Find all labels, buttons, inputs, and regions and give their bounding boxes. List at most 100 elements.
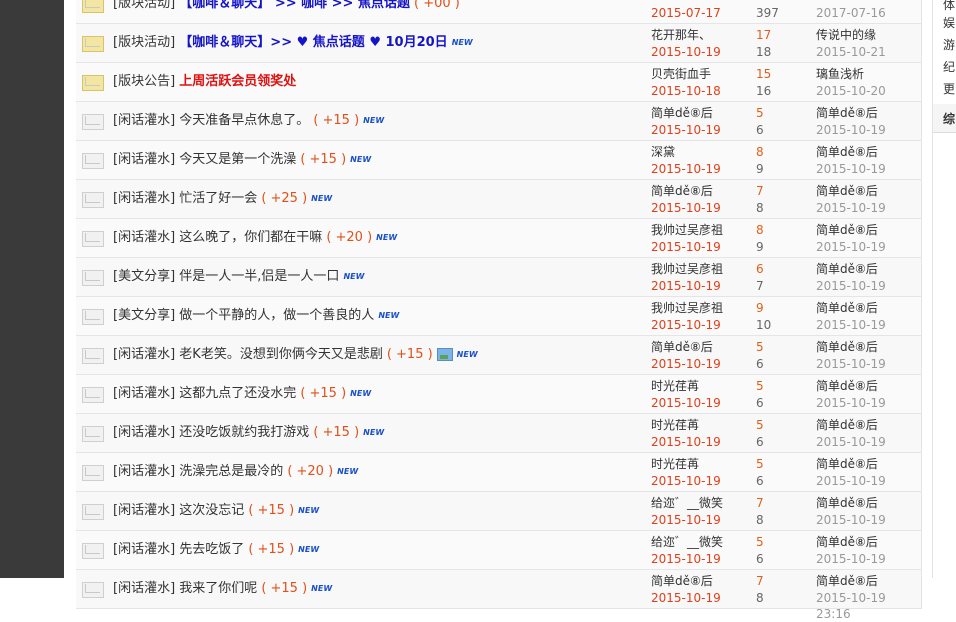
thread-title-cell: [闲话灌水] 这次没忘记 ( +15 ) NEW xyxy=(113,492,319,530)
view-count: 16 xyxy=(756,84,772,98)
thread-category-link[interactable]: [版块活动] xyxy=(113,35,175,50)
last-reply-user-link[interactable]: 简单dě⑧后 xyxy=(816,417,878,433)
last-reply-user-link[interactable]: 简单dě⑧后 xyxy=(816,339,878,355)
last-reply-user-link[interactable]: 简单dě⑧后 xyxy=(816,378,878,394)
thread-category-link[interactable]: [闲话灌水] xyxy=(113,425,175,440)
thread-category-link[interactable]: [闲话灌水] xyxy=(113,347,175,362)
last-reply-user-link[interactable]: 璃鱼浅析 xyxy=(816,66,864,82)
view-count: 6 xyxy=(756,396,764,410)
thread-category-link[interactable]: [闲话灌水] xyxy=(113,386,175,401)
thread-title-cell: [版块活动] 【咖啡＆聊天】>> ♥ 焦点话题 ♥ 10月20日 NEW xyxy=(113,24,473,62)
thread-title-link[interactable]: 老K老笑。没想到你俩今天又是悲剧 xyxy=(179,347,383,362)
thread-category-link[interactable]: [闲话灌水] xyxy=(113,152,175,167)
thread-envelope-icon xyxy=(82,504,104,520)
thread-category-link[interactable]: [闲话灌水] xyxy=(113,191,175,206)
thread-author-link[interactable]: 简单dě⑧后 xyxy=(651,339,713,355)
thread-author-link[interactable]: 我帅过吴彦祖 xyxy=(651,261,723,277)
thread-post-date: 2015-10-19 xyxy=(651,591,721,605)
sidebar-link[interactable]: 更 xyxy=(943,80,955,97)
thread-row: [闲话灌水] 忙活了好一会 ( +25 ) NEW 简单dě⑧后 2015-10-19 7… xyxy=(76,180,921,231)
sidebar-link[interactable]: 纪 xyxy=(943,58,955,75)
thread-title-link[interactable]: 伴是一人一半,侣是一人一口 xyxy=(179,269,339,284)
reward-points: ( +00 ) xyxy=(413,0,460,11)
thread-category-link[interactable]: [闲话灌水] xyxy=(113,464,175,479)
thread-author-link[interactable]: 我帅过吴彦祖 xyxy=(651,222,723,238)
thread-row: [闲话灌水] 还没吃饭就约我打游戏 ( +15 ) NEW 时光荏苒 2015-10-1… xyxy=(76,414,921,465)
thread-category-link[interactable]: [闲话灌水] xyxy=(113,230,175,245)
view-count: 6 xyxy=(756,123,764,137)
thread-author-link[interactable]: 深黛 xyxy=(651,144,675,160)
thread-title-link[interactable]: 这次没忘记 xyxy=(179,503,244,518)
thread-author-link[interactable]: 简单dě⑧后 xyxy=(651,573,713,589)
thread-post-date: 2015-10-19 xyxy=(651,474,721,488)
thread-post-date: 2015-10-19 xyxy=(651,318,721,332)
last-reply-user-link[interactable]: 简单dě⑧后 xyxy=(816,573,878,589)
thread-author-link[interactable]: 时光荏苒 xyxy=(651,378,699,394)
reply-count: 5 xyxy=(756,418,764,432)
sidebar-link[interactable]: 娱 xyxy=(943,14,955,31)
thread-category-link[interactable]: [闲话灌水] xyxy=(113,581,175,596)
thread-title-link[interactable]: 先去吃饭了 xyxy=(179,542,244,557)
last-reply-user-link[interactable]: 简单dě⑧后 xyxy=(816,456,878,472)
thread-author-link[interactable]: 简单dě⑧后 xyxy=(651,105,713,121)
thread-title-link[interactable]: 忙活了好一会 xyxy=(179,191,257,206)
reply-count: 6 xyxy=(756,262,764,276)
thread-row: [闲话灌水] 这都九点了还没水完 ( +15 ) NEW 时光荏苒 2015-10-19… xyxy=(76,375,921,426)
thread-title-cell: [版块活动] 【咖啡＆聊天】 >> 咖啡 >> 焦点话题( +00 ) xyxy=(113,0,460,23)
thread-title-link[interactable]: 今天又是第一个洗澡 xyxy=(179,152,296,167)
thread-author-link[interactable]: 时光荏苒 xyxy=(651,456,699,472)
last-reply-user-link[interactable]: 简单dě⑧后 xyxy=(816,300,878,316)
thread-title-link[interactable]: 【咖啡＆聊天】>> ♥ 焦点话题 ♥ 10月20日 xyxy=(179,35,447,50)
thread-category-link[interactable]: [美文分享] xyxy=(113,308,175,323)
thread-row: [闲话灌水] 我来了你们呢 ( +15 ) NEW 简单dě⑧后 2015-10-19 7… xyxy=(76,570,921,621)
thread-title-link[interactable]: 这都九点了还没水完 xyxy=(179,386,296,401)
thread-post-date: 2015-10-18 xyxy=(651,84,721,98)
last-reply-user-link[interactable]: 传说中的缘 xyxy=(816,27,876,43)
thread-envelope-icon xyxy=(82,582,104,598)
thread-category-link[interactable]: [版块活动] xyxy=(113,0,175,11)
thread-author-link[interactable]: 花开那年、 xyxy=(651,27,711,43)
thread-post-date: 2015-10-19 xyxy=(651,123,721,137)
thread-title-link[interactable]: 还没吃饭就约我打游戏 xyxy=(179,425,309,440)
thread-post-date: 2015-10-19 xyxy=(651,396,721,410)
thread-author-link[interactable]: 时光荏苒 xyxy=(651,417,699,433)
thread-author-link[interactable]: 给迩゛__微笑 xyxy=(651,534,723,550)
thread-post-date: 2015-10-19 xyxy=(651,162,721,176)
thread-envelope-icon xyxy=(82,426,104,442)
reply-count: 8 xyxy=(756,145,764,159)
thread-title-link[interactable]: 【咖啡＆聊天】 >> 咖啡 >> 焦点话题 xyxy=(179,0,410,11)
sidebar-link[interactable]: 体 xyxy=(943,0,955,13)
thread-author-link[interactable]: 给迩゛__微笑 xyxy=(651,495,723,511)
thread-category-link[interactable]: [闲话灌水] xyxy=(113,503,175,518)
new-badge: NEW xyxy=(350,155,372,164)
sidebar-link[interactable]: 游 xyxy=(943,36,955,53)
last-reply-user-link[interactable]: 简单dě⑧后 xyxy=(816,105,878,121)
thread-post-date: 2015-10-19 xyxy=(651,201,721,215)
thread-title-link[interactable]: 这么晚了，你们都在干嘛 xyxy=(179,230,322,245)
thread-post-date: 2015-10-19 xyxy=(651,279,721,293)
thread-title-link[interactable]: 上周活跃会员领奖处 xyxy=(179,74,296,89)
thread-title-cell: [美文分享] 做一个平静的人，做一个善良的人 NEW xyxy=(113,297,399,335)
thread-author-link[interactable]: 贝壳街血手 xyxy=(651,66,711,82)
new-badge: NEW xyxy=(311,194,333,203)
thread-category-link[interactable]: [美文分享] xyxy=(113,269,175,284)
thread-category-link[interactable]: [闲话灌水] xyxy=(113,542,175,557)
thread-title-link[interactable]: 今天准备早点休息了。 xyxy=(179,113,309,128)
thread-category-link[interactable]: [版块公告] xyxy=(113,74,175,89)
thread-title-link[interactable]: 我来了你们呢 xyxy=(179,581,257,596)
new-badge: NEW xyxy=(456,350,478,359)
thread-category-link[interactable]: [闲话灌水] xyxy=(113,113,175,128)
thread-author-link[interactable]: 简单dě⑧后 xyxy=(651,183,713,199)
thread-title-link[interactable]: 洗澡完总是最冷的 xyxy=(179,464,283,479)
last-reply-time-link[interactable]: 2015-10-19 23:16 xyxy=(816,590,921,622)
thread-row: [版块活动] 【咖啡＆聊天】 >> 咖啡 >> 焦点话题( +00 ) 2015-… xyxy=(76,0,921,36)
last-reply-user-link[interactable]: 简单dě⑧后 xyxy=(816,534,878,550)
last-reply-user-link[interactable]: 简单dě⑧后 xyxy=(816,183,878,199)
thread-title-link[interactable]: 做一个平静的人，做一个善良的人 xyxy=(179,308,374,323)
last-reply-user-link[interactable]: 简单dě⑧后 xyxy=(816,144,878,160)
last-reply-user-link[interactable]: 简单dě⑧后 xyxy=(816,222,878,238)
thread-envelope-icon xyxy=(82,231,104,247)
thread-author-link[interactable]: 我帅过吴彦祖 xyxy=(651,300,723,316)
last-reply-user-link[interactable]: 简单dě⑧后 xyxy=(816,261,878,277)
last-reply-user-link[interactable]: 简单dě⑧后 xyxy=(816,495,878,511)
